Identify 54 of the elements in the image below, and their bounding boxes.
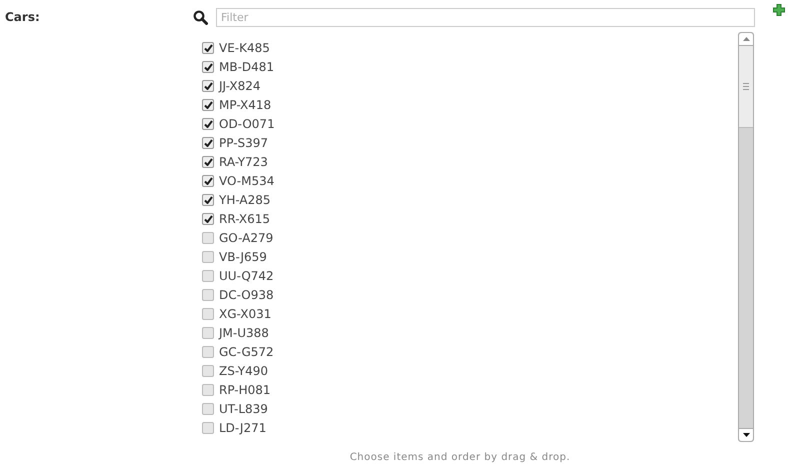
- checkbox[interactable]: [202, 42, 214, 54]
- checkbox[interactable]: [202, 174, 214, 186]
- car-label: PP-S397: [219, 134, 268, 152]
- scroll-thumb[interactable]: [739, 46, 753, 128]
- checkbox[interactable]: [202, 98, 214, 110]
- checkbox[interactable]: [202, 156, 214, 168]
- car-label: DC-O938: [219, 286, 274, 304]
- checkbox[interactable]: [202, 402, 214, 414]
- car-label: YH-A285: [219, 192, 271, 208]
- car-label: GO-A279: [219, 230, 274, 246]
- car-label: UT-L839: [219, 400, 268, 418]
- car-label: JJ-X824: [219, 78, 261, 94]
- car-label: RP-H081: [219, 382, 271, 398]
- checkbox[interactable]: [202, 232, 214, 244]
- car-label: GC-G572: [219, 344, 274, 360]
- scroll-up-button[interactable]: [739, 33, 753, 46]
- down-arrow-icon: [742, 433, 750, 437]
- car-label: MB-D481: [219, 58, 274, 76]
- car-label: ZS-Y490: [219, 362, 268, 380]
- filter-field[interactable]: Filter: [216, 8, 755, 26]
- add-icon[interactable]: [773, 4, 785, 16]
- car-label: UU-Q742: [219, 268, 274, 284]
- car-label: VE-K485: [219, 40, 270, 56]
- checkbox[interactable]: [202, 250, 214, 262]
- checkbox[interactable]: [202, 308, 214, 320]
- scrollbar[interactable]: [738, 32, 754, 442]
- grip-icon: [743, 83, 749, 90]
- car-label: JM-U388: [219, 324, 269, 342]
- checkbox[interactable]: [202, 270, 214, 282]
- car-label: LD-J271: [219, 420, 266, 436]
- car-label: OD-O071: [219, 116, 275, 132]
- checkbox[interactable]: [202, 136, 214, 148]
- car-label: RR-X615: [219, 210, 270, 228]
- scroll-down-button[interactable]: [739, 428, 753, 441]
- car-label: VB-J659: [219, 248, 267, 266]
- checkbox[interactable]: [202, 60, 214, 72]
- checkbox[interactable]: [202, 80, 214, 92]
- car-label: VO-M534: [219, 172, 274, 190]
- car-label: RA-Y723: [219, 154, 268, 170]
- hint-text: Choose items and order by drag & drop.: [350, 451, 570, 465]
- checkbox[interactable]: [202, 346, 214, 358]
- checkbox[interactable]: [202, 364, 214, 376]
- checkbox[interactable]: [202, 212, 214, 224]
- checkbox[interactable]: [202, 194, 214, 206]
- checkbox[interactable]: [202, 326, 214, 338]
- car-label: XG-X031: [219, 306, 272, 322]
- field-label: Cars:: [5, 10, 40, 24]
- search-icon: [193, 10, 208, 24]
- checkbox[interactable]: [202, 118, 214, 130]
- checkbox[interactable]: [202, 288, 214, 300]
- checkbox[interactable]: [202, 384, 214, 396]
- car-label: MP-X418: [219, 96, 272, 114]
- up-arrow-icon: [742, 37, 750, 41]
- checkbox[interactable]: [202, 422, 214, 434]
